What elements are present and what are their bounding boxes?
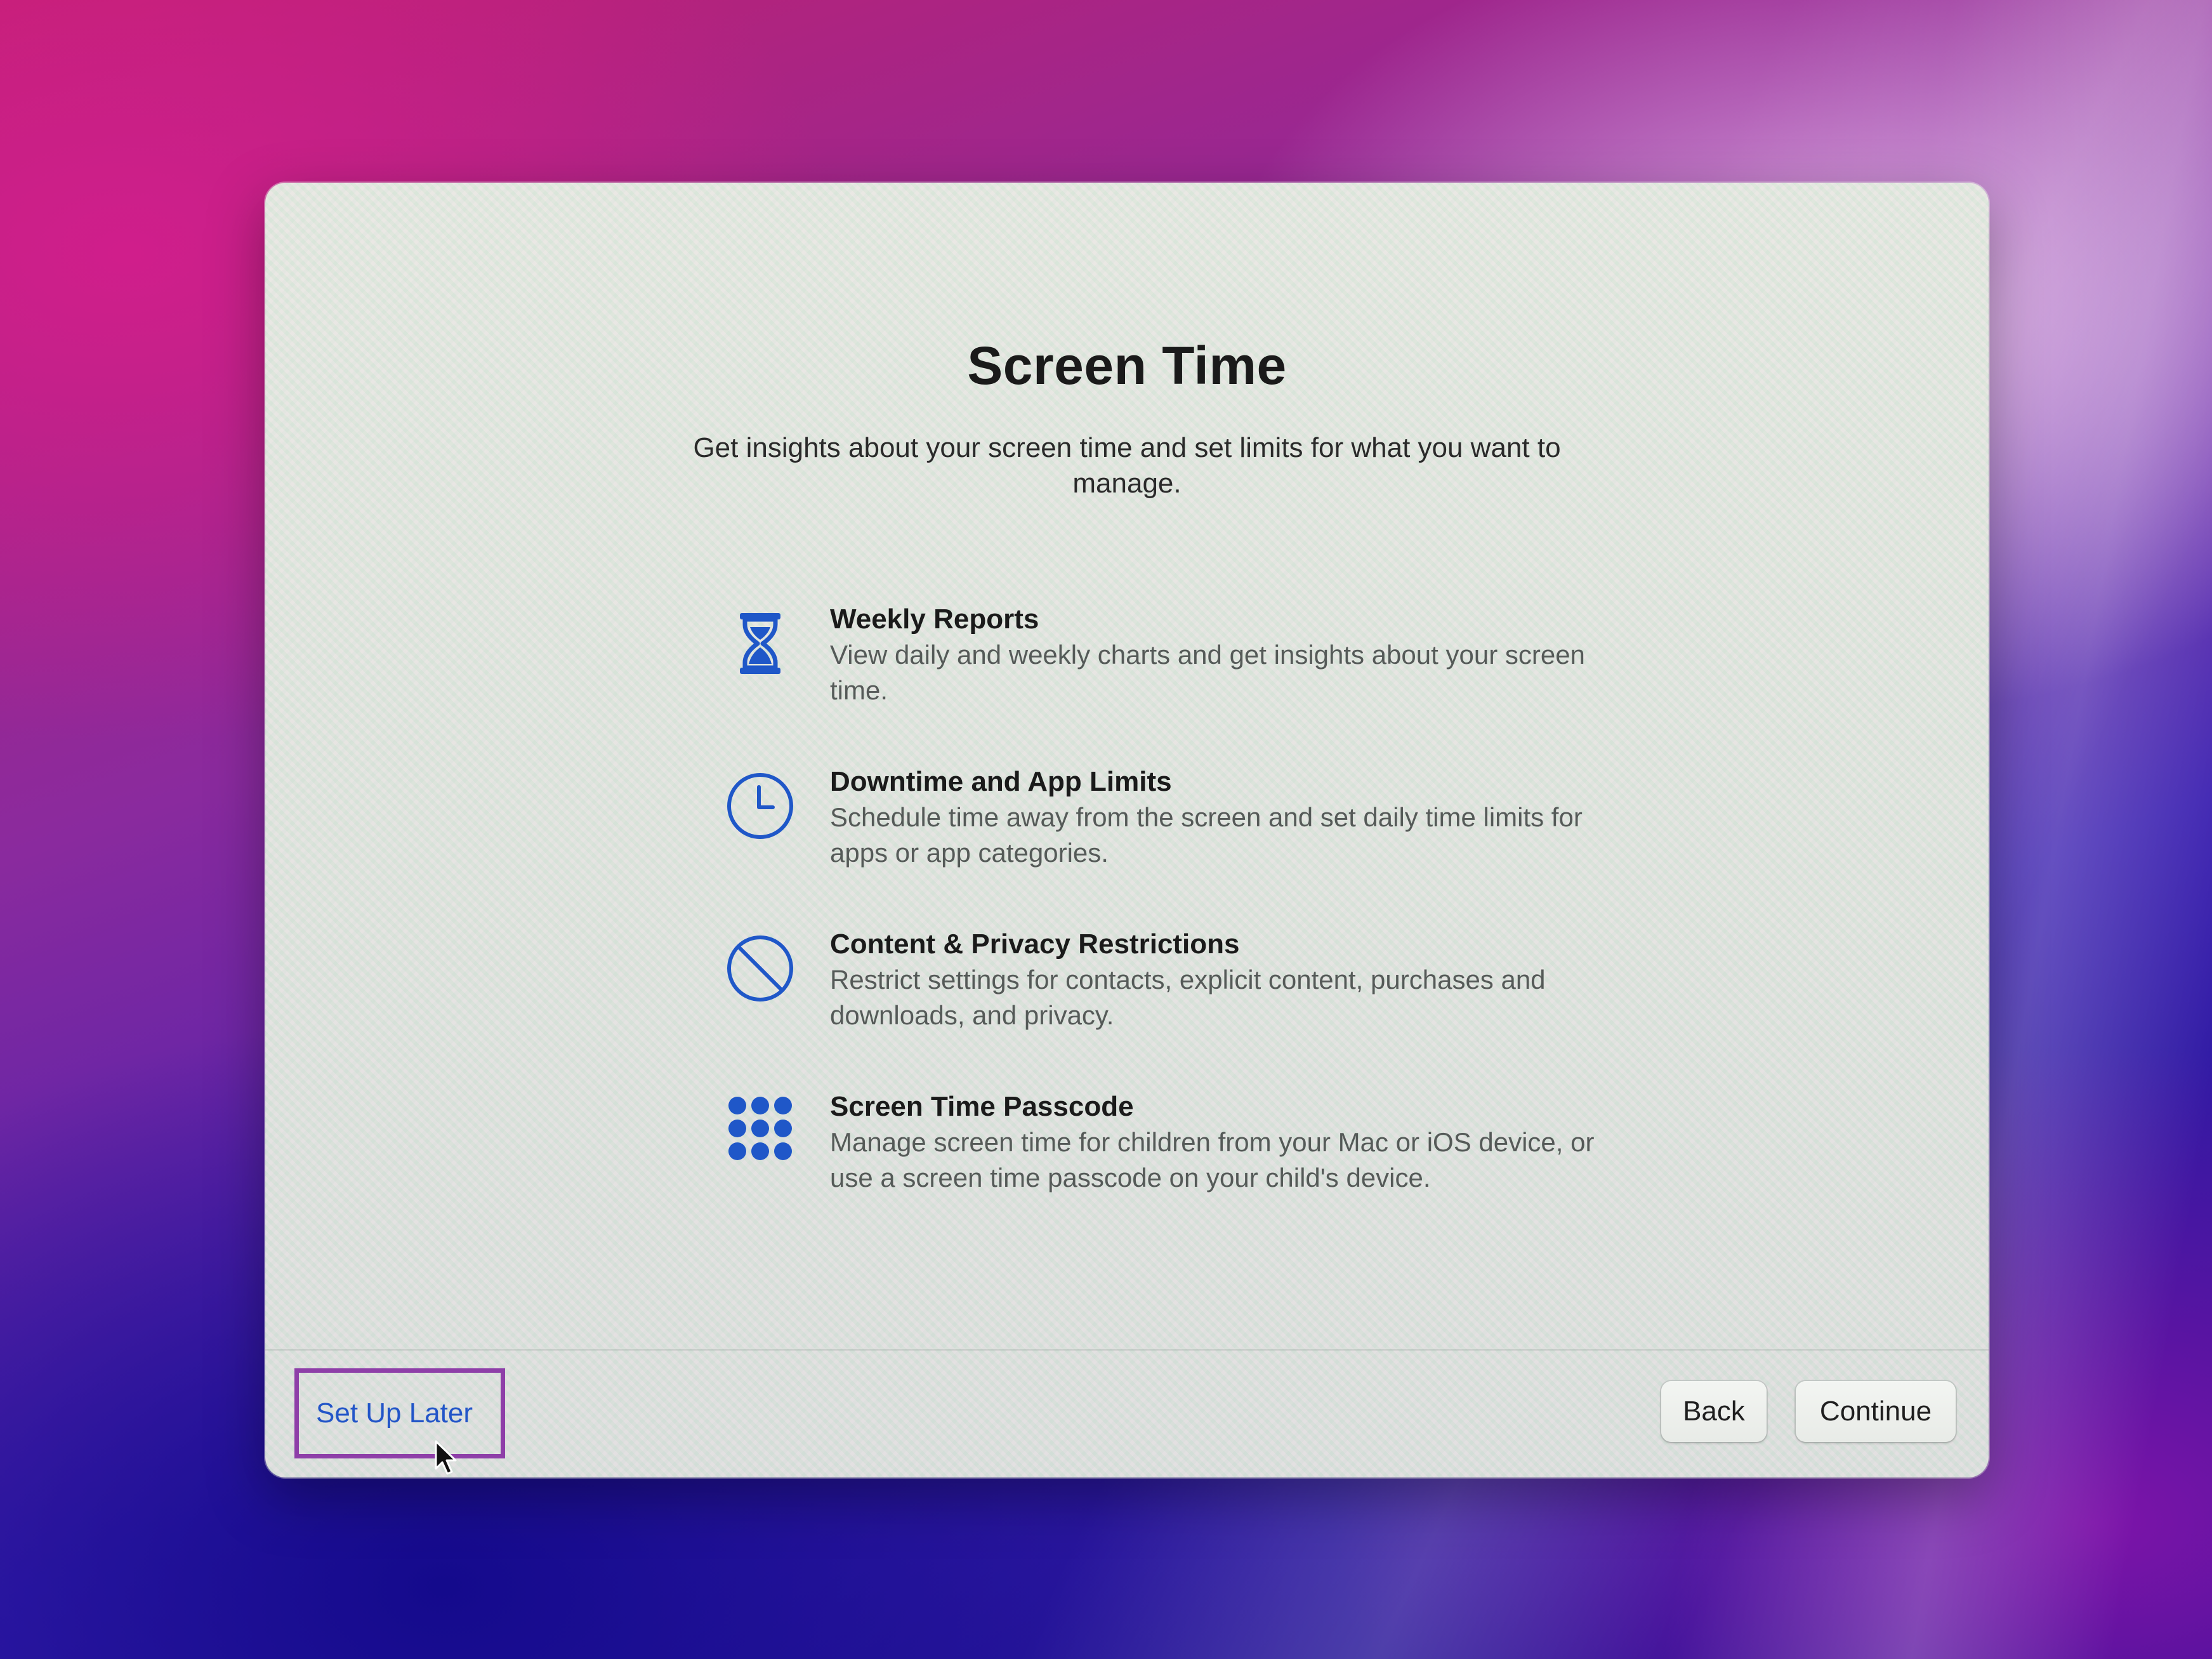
feature-text: Screen Time Passcode Manage screen time … — [830, 1089, 1610, 1196]
set-up-later-button[interactable]: Set Up Later — [316, 1398, 473, 1429]
page-title: Screen Time — [967, 336, 1287, 395]
feature-text: Content & Privacy Restrictions Restrict … — [830, 927, 1610, 1033]
feature-description: Restrict settings for contacts, explicit… — [830, 965, 1546, 1030]
feature-description: Manage screen time for children from you… — [830, 1127, 1595, 1193]
back-button[interactable]: Back — [1661, 1381, 1767, 1442]
feature-title: Weekly Reports — [830, 604, 1039, 635]
feature-text: Weekly Reports View daily and weekly cha… — [830, 602, 1610, 708]
setup-assistant-window: Screen Time Get insights about your scre… — [265, 183, 1989, 1477]
feature-description: Schedule time away from the screen and s… — [830, 802, 1583, 868]
feature-content-privacy: Content & Privacy Restrictions Restrict … — [722, 927, 1610, 1089]
feature-title: Content & Privacy Restrictions — [830, 929, 1240, 960]
feature-list: Weekly Reports View daily and weekly cha… — [722, 602, 1610, 1252]
feature-description: View daily and weekly charts and get ins… — [830, 640, 1585, 705]
keypad-icon — [722, 1093, 798, 1169]
feature-screen-time-passcode: Screen Time Passcode Manage screen time … — [722, 1089, 1610, 1252]
hourglass-icon — [722, 605, 798, 682]
feature-text: Downtime and App Limits Schedule time aw… — [830, 764, 1610, 871]
feature-title: Downtime and App Limits — [830, 766, 1172, 797]
page-subtitle: Get insights about your screen time and … — [693, 432, 1561, 499]
footer-divider — [265, 1349, 1989, 1351]
prohibited-icon — [722, 930, 798, 1007]
feature-weekly-reports: Weekly Reports View daily and weekly cha… — [722, 602, 1610, 764]
clock-icon — [722, 768, 798, 844]
continue-button[interactable]: Continue — [1796, 1381, 1956, 1442]
mouse-pointer-icon — [434, 1439, 459, 1477]
feature-downtime-app-limits: Downtime and App Limits Schedule time aw… — [722, 764, 1610, 927]
feature-title: Screen Time Passcode — [830, 1091, 1134, 1122]
